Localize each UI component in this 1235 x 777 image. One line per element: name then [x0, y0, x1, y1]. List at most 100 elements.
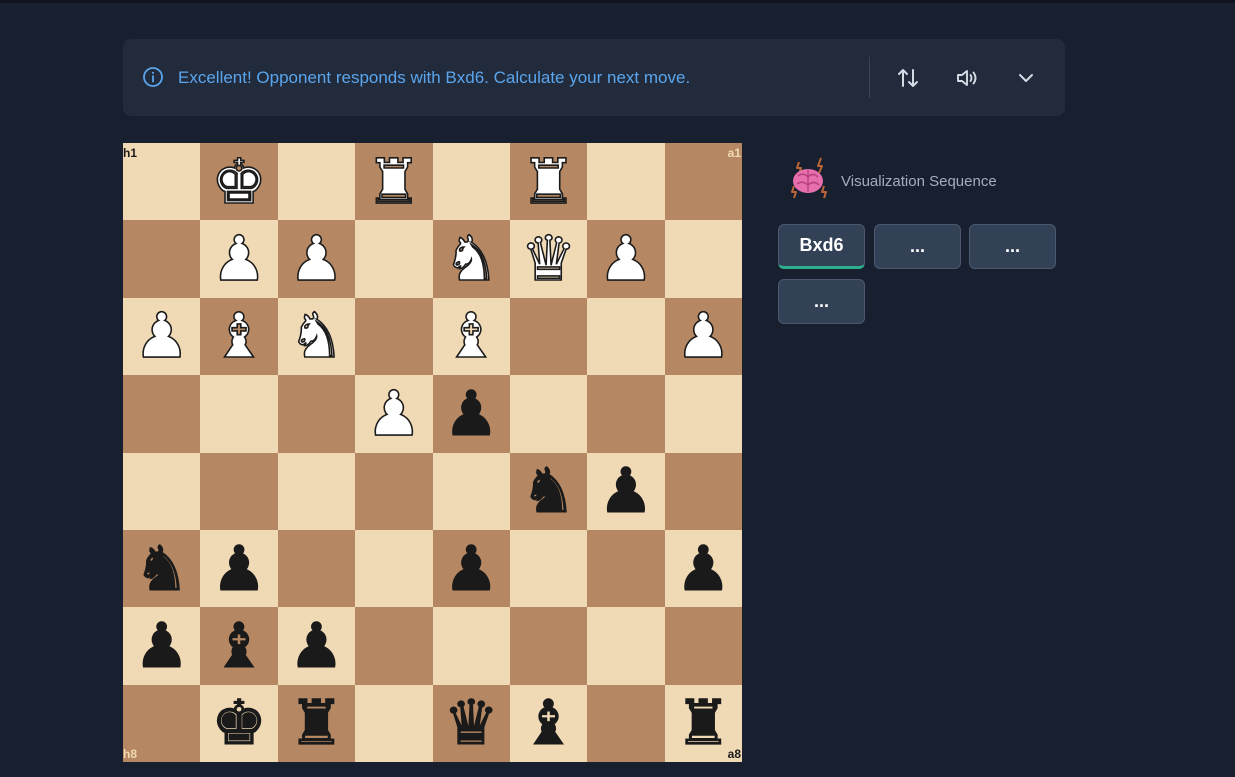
white-knight-icon[interactable]: ♞: [443, 227, 500, 291]
black-pawn-icon[interactable]: ♟: [443, 382, 500, 445]
square-h2[interactable]: [123, 220, 201, 298]
square-d7[interactable]: [432, 607, 510, 685]
square-a7[interactable]: [664, 607, 742, 685]
square-g5[interactable]: [200, 452, 278, 530]
black-pawn-icon[interactable]: ♟: [675, 537, 732, 600]
square-e4[interactable]: ♟: [355, 375, 433, 453]
square-b7[interactable]: [587, 607, 665, 685]
square-c7[interactable]: [509, 607, 588, 685]
square-e1[interactable]: ♜: [355, 143, 433, 221]
square-f7[interactable]: ♟: [277, 607, 356, 685]
black-rook-icon[interactable]: ♜: [288, 691, 345, 754]
black-king-icon[interactable]: ♚: [211, 691, 268, 754]
black-pawn-icon[interactable]: ♟: [443, 537, 500, 600]
square-h8[interactable]: h8: [123, 684, 201, 762]
square-h6[interactable]: ♞: [123, 529, 201, 608]
move-button[interactable]: Bxd6: [778, 224, 865, 269]
square-a3[interactable]: ♟: [664, 297, 742, 376]
square-c8[interactable]: ♝: [509, 684, 588, 762]
square-b2[interactable]: ♟: [587, 220, 665, 298]
square-a1[interactable]: a1: [664, 143, 742, 221]
square-a8[interactable]: ♜ a8: [664, 684, 742, 762]
chevron-down-icon[interactable]: [1012, 64, 1040, 92]
square-b3[interactable]: [587, 297, 665, 376]
white-pawn-icon[interactable]: ♟: [210, 227, 267, 291]
square-g8[interactable]: ♚: [200, 684, 278, 762]
square-a6[interactable]: ♟: [664, 529, 742, 608]
square-e5[interactable]: [355, 452, 433, 530]
black-rook-icon[interactable]: ♜: [675, 691, 732, 754]
square-c2[interactable]: ♛: [509, 220, 588, 298]
square-e3[interactable]: [355, 297, 433, 376]
square-g1[interactable]: ♚: [200, 143, 278, 221]
square-c3[interactable]: [509, 297, 588, 376]
white-pawn-icon[interactable]: ♟: [597, 227, 654, 291]
square-d3[interactable]: ♝: [432, 297, 510, 376]
white-pawn-icon[interactable]: ♟: [675, 304, 732, 368]
square-h4[interactable]: [123, 375, 201, 453]
square-b1[interactable]: [587, 143, 665, 221]
square-f1[interactable]: [277, 143, 356, 221]
move-button[interactable]: ...: [778, 279, 865, 324]
square-c6[interactable]: [509, 529, 588, 608]
black-knight-icon[interactable]: ♞: [520, 459, 577, 522]
white-king-icon[interactable]: ♚: [210, 149, 267, 213]
black-pawn-icon[interactable]: ♟: [133, 614, 190, 677]
square-b5[interactable]: ♟: [587, 452, 665, 530]
square-f5[interactable]: [277, 452, 356, 530]
square-f6[interactable]: [277, 529, 356, 608]
square-f8[interactable]: ♜: [277, 684, 356, 762]
square-e7[interactable]: [355, 607, 433, 685]
square-d6[interactable]: ♟: [432, 529, 510, 608]
move-button[interactable]: ...: [969, 224, 1056, 269]
chess-board[interactable]: h1 ♚ ♜ ♜ a1 ♟ ♟ ♞ ♛ ♟ ♟ ♝ ♞ ♝ ♟ ♟ ♟ ♞ ♟ ♞ ♟ ♟ ♟ ♟ ♝ ♟ h8 ♚ ♜ ♛ ♝ ♜ a8: [123, 143, 742, 762]
square-d5[interactable]: [432, 452, 510, 530]
square-a4[interactable]: [664, 375, 742, 453]
black-knight-icon[interactable]: ♞: [133, 537, 190, 600]
square-d4[interactable]: ♟: [432, 375, 510, 453]
square-h5[interactable]: [123, 452, 201, 530]
square-g7[interactable]: ♝: [200, 607, 278, 685]
square-e2[interactable]: [355, 220, 433, 298]
black-pawn-icon[interactable]: ♟: [288, 614, 345, 677]
white-pawn-icon[interactable]: ♟: [365, 382, 422, 446]
white-rook-icon[interactable]: ♜: [365, 149, 422, 213]
square-f3[interactable]: ♞: [277, 297, 356, 376]
square-e8[interactable]: [355, 684, 433, 762]
square-b4[interactable]: [587, 375, 665, 453]
white-knight-icon[interactable]: ♞: [288, 304, 345, 368]
square-c5[interactable]: ♞: [509, 452, 588, 530]
black-bishop-icon[interactable]: ♝: [211, 614, 268, 677]
white-queen-icon[interactable]: ♛: [520, 227, 577, 291]
white-rook-icon[interactable]: ♜: [520, 149, 577, 213]
white-bishop-icon[interactable]: ♝: [443, 304, 500, 368]
white-bishop-icon[interactable]: ♝: [210, 304, 267, 368]
speaker-icon[interactable]: [953, 64, 981, 92]
square-d1[interactable]: [432, 143, 510, 221]
move-button[interactable]: ...: [874, 224, 961, 269]
square-g4[interactable]: [200, 375, 278, 453]
black-pawn-icon[interactable]: ♟: [598, 459, 655, 522]
square-h1[interactable]: h1: [123, 143, 201, 221]
square-c4[interactable]: [509, 375, 588, 453]
square-g6[interactable]: ♟: [200, 529, 278, 608]
square-g3[interactable]: ♝: [200, 297, 278, 376]
square-b8[interactable]: [587, 684, 665, 762]
square-d8[interactable]: ♛: [432, 684, 510, 762]
square-b6[interactable]: [587, 529, 665, 608]
black-queen-icon[interactable]: ♛: [443, 691, 500, 754]
white-pawn-icon[interactable]: ♟: [288, 227, 345, 291]
square-f4[interactable]: [277, 375, 356, 453]
square-d2[interactable]: ♞: [432, 220, 510, 298]
square-e6[interactable]: [355, 529, 433, 608]
white-pawn-icon[interactable]: ♟: [133, 304, 190, 368]
square-g2[interactable]: ♟: [200, 220, 278, 298]
swap-vertical-icon[interactable]: [894, 64, 922, 92]
square-h3[interactable]: ♟: [123, 297, 201, 376]
square-c1[interactable]: ♜: [509, 143, 588, 221]
black-bishop-icon[interactable]: ♝: [520, 691, 577, 754]
square-h7[interactable]: ♟: [123, 607, 201, 685]
black-pawn-icon[interactable]: ♟: [211, 537, 268, 600]
square-a5[interactable]: [664, 452, 742, 530]
square-a2[interactable]: [664, 220, 742, 298]
